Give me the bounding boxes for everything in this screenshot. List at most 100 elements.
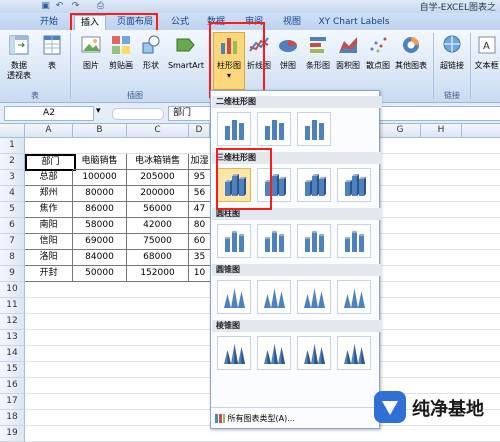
table-cell[interactable]: 郑州 xyxy=(25,186,73,202)
table-header-cell[interactable]: 电脑销售 xyxy=(73,154,127,170)
table-cell[interactable]: 69000 xyxy=(73,234,127,250)
table-header-cell[interactable]: 加湿 xyxy=(189,154,211,170)
chart-type-cylinder-3[interactable] xyxy=(297,224,331,258)
table-cell[interactable]: 80000 xyxy=(73,186,127,202)
table-cell[interactable]: 75000 xyxy=(127,234,189,250)
table-cell[interactable]: 56000 xyxy=(127,202,189,218)
hyperlink-button[interactable]: 超链接 xyxy=(437,33,467,71)
print-preview-icon[interactable]: ⎙ xyxy=(95,1,106,11)
column-header-g[interactable]: G xyxy=(380,124,421,138)
tab-xy-chart-labels[interactable]: XY Chart Labels xyxy=(316,15,392,30)
table-header-cell[interactable]: 部门 xyxy=(25,154,76,171)
table-cell[interactable]: 68000 xyxy=(127,250,189,266)
other-charts-button[interactable]: 其他图表 xyxy=(393,33,429,71)
table-header-cell[interactable]: 电冰箱销售 xyxy=(127,154,189,170)
table-cell[interactable]: 洛阳 xyxy=(25,250,73,266)
row-header[interactable]: 12 xyxy=(0,314,25,330)
undo-icon[interactable]: ↶ xyxy=(54,1,65,11)
table-cell[interactable]: 47 xyxy=(189,202,211,218)
table-cell[interactable]: 南阳 xyxy=(25,218,73,234)
tab-home[interactable]: 开始 xyxy=(34,15,64,30)
table-cell[interactable]: 205000 xyxy=(127,170,189,186)
chart-type-column-2d-2[interactable] xyxy=(257,112,291,146)
row-header[interactable]: 16 xyxy=(0,378,25,394)
row-header[interactable]: 5 xyxy=(0,202,25,218)
row-header[interactable]: 15 xyxy=(0,362,25,378)
table-button[interactable]: 表 xyxy=(40,33,64,71)
chart-type-cone-2[interactable] xyxy=(257,280,291,314)
name-box[interactable]: A2 xyxy=(4,106,94,121)
picture-button[interactable]: 图片 xyxy=(78,33,104,71)
bar-chart-button[interactable]: 条形图 xyxy=(303,33,333,71)
table-cell[interactable]: 10 xyxy=(189,266,211,282)
table-cell[interactable]: 焦作 xyxy=(25,202,73,218)
pie-chart-button[interactable]: 饼图 xyxy=(276,33,300,71)
chart-type-column-3d-3[interactable] xyxy=(297,168,331,202)
table-cell[interactable]: 总部 xyxy=(25,170,73,186)
table-cell[interactable]: 42000 xyxy=(127,218,189,234)
table-cell[interactable]: 58000 xyxy=(73,218,127,234)
chart-type-pyramid-2[interactable] xyxy=(257,336,291,370)
table-cell[interactable]: 152000 xyxy=(127,266,189,282)
chart-type-pyramid-1[interactable] xyxy=(217,336,251,370)
table-cell[interactable]: 80 xyxy=(189,218,211,234)
row-header[interactable]: 18 xyxy=(0,410,25,426)
table-cell[interactable]: 50000 xyxy=(73,266,127,282)
name-box-dropdown-icon[interactable]: ▾ xyxy=(96,106,101,116)
chart-type-column-3d-4[interactable] xyxy=(337,168,371,202)
table-cell[interactable]: 84000 xyxy=(73,250,127,266)
column-header-d[interactable]: D xyxy=(189,124,210,138)
shapes-button[interactable]: 形状 xyxy=(138,33,164,71)
column-header-c[interactable]: C xyxy=(127,124,189,138)
clipart-button[interactable]: 剪贴画 xyxy=(106,33,136,71)
redo-icon[interactable]: ↷ xyxy=(70,1,81,11)
row-header[interactable]: 10 xyxy=(0,282,25,298)
table-cell[interactable]: 200000 xyxy=(127,186,189,202)
column-header-h[interactable]: H xyxy=(421,124,462,138)
area-chart-button[interactable]: 面积图 xyxy=(334,33,362,71)
select-all-corner[interactable] xyxy=(0,124,25,138)
table-cell[interactable]: 35 xyxy=(189,250,211,266)
textbox-button[interactable]: A 文本框 xyxy=(473,33,500,71)
row-header[interactable]: 7 xyxy=(0,234,25,250)
chart-type-cylinder-4[interactable] xyxy=(337,224,371,258)
row-header[interactable]: 9 xyxy=(0,266,25,282)
table-cell[interactable]: 56 xyxy=(189,186,211,202)
row-header[interactable]: 3 xyxy=(0,170,25,186)
all-chart-types-link[interactable]: 所有图表类型(A)... xyxy=(215,413,295,425)
tab-formulas[interactable]: 公式 xyxy=(166,15,194,30)
row-header[interactable]: 8 xyxy=(0,250,25,266)
table-cell[interactable]: 86000 xyxy=(73,202,127,218)
scatter-chart-button[interactable]: 散点图 xyxy=(364,33,392,71)
tab-view[interactable]: 视图 xyxy=(278,15,306,30)
row-header[interactable]: 13 xyxy=(0,330,25,346)
column-header-b[interactable]: B xyxy=(73,124,127,138)
chart-type-column-2d-1[interactable] xyxy=(217,112,251,146)
chart-type-cylinder-2[interactable] xyxy=(257,224,291,258)
chart-type-column-2d-3[interactable] xyxy=(297,112,331,146)
chart-type-pyramid-4[interactable] xyxy=(337,336,371,370)
row-header[interactable]: 11 xyxy=(0,298,25,314)
column-header-i[interactable] xyxy=(462,124,500,138)
row-header[interactable]: 14 xyxy=(0,346,25,362)
chart-type-pyramid-3[interactable] xyxy=(297,336,331,370)
save-icon[interactable]: ▣ xyxy=(40,1,51,11)
pivot-table-button[interactable]: 数据 透视表 xyxy=(4,33,34,81)
column-header-a[interactable]: A xyxy=(25,124,73,138)
chart-type-cone-4[interactable] xyxy=(337,280,371,314)
smartart-button[interactable]: SmartArt xyxy=(166,33,206,71)
table-cell[interactable]: 100000 xyxy=(73,170,127,186)
chart-type-cone-3[interactable] xyxy=(297,280,331,314)
table-cell[interactable]: 信阳 xyxy=(25,234,73,250)
row-header[interactable]: 1 xyxy=(0,138,25,154)
table-cell[interactable]: 95 xyxy=(189,170,211,186)
row-header[interactable]: 2 xyxy=(0,154,25,170)
chart-type-cylinder-1[interactable] xyxy=(217,224,251,258)
table-cell[interactable]: 开封 xyxy=(25,266,73,282)
row-header[interactable]: 4 xyxy=(0,186,25,202)
chart-type-cone-1[interactable] xyxy=(217,280,251,314)
row-header[interactable]: 17 xyxy=(0,394,25,410)
row-header[interactable]: 6 xyxy=(0,218,25,234)
formula-divider[interactable] xyxy=(112,108,164,120)
table-cell[interactable]: 60 xyxy=(189,234,211,250)
